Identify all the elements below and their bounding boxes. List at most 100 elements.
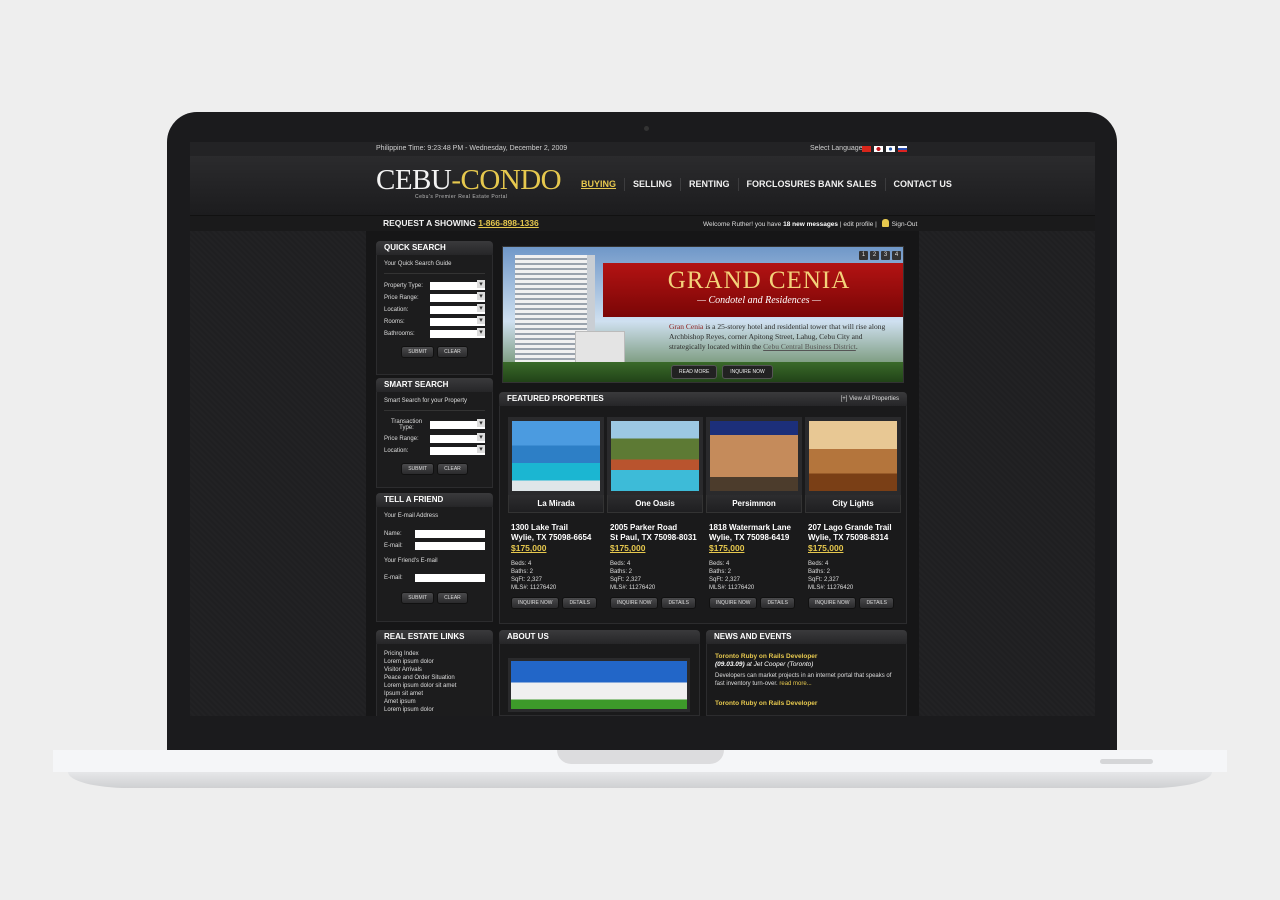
- property-price[interactable]: $175,000: [508, 543, 604, 554]
- property-price[interactable]: $175,000: [805, 543, 901, 554]
- location-select[interactable]: [430, 304, 485, 314]
- property-name[interactable]: One Oasis: [607, 495, 703, 513]
- edit-profile-link[interactable]: | edit profile |: [840, 221, 877, 228]
- property-image[interactable]: [706, 417, 802, 495]
- link-item[interactable]: Lorem ipsum dolor: [384, 658, 485, 666]
- about-title: ABOUT US: [499, 630, 700, 644]
- property-sqft: SqFt: 2,327: [808, 577, 840, 583]
- friend-email-label: E-mail:: [384, 575, 403, 581]
- inquire-now-button[interactable]: INQUIRE NOW: [511, 597, 560, 609]
- pager-3[interactable]: 3: [881, 251, 890, 260]
- request-showing: REQUEST A SHOWING 1-866-898-1336: [383, 218, 539, 228]
- request-label: REQUEST A SHOWING: [383, 218, 476, 228]
- nav-contact[interactable]: CONTACT US: [884, 178, 960, 191]
- property-image[interactable]: [805, 417, 901, 495]
- nav-renting[interactable]: RENTING: [680, 178, 738, 191]
- nav-foreclosures[interactable]: FORCLOSURES BANK SALES: [737, 178, 885, 191]
- korea-flag-icon[interactable]: [886, 146, 895, 152]
- banner-inquire-button[interactable]: INQUIRE NOW: [722, 365, 773, 379]
- site-logo[interactable]: CEBU-CONDO: [376, 164, 562, 197]
- nav-selling[interactable]: SELLING: [624, 178, 680, 191]
- property-name[interactable]: Persimmon: [706, 495, 802, 513]
- link-item[interactable]: Lorem ipsum dolor sit amet: [384, 682, 485, 690]
- inquire-now-button[interactable]: INQUIRE NOW: [808, 597, 857, 609]
- price-range-select[interactable]: [430, 292, 485, 302]
- link-item[interactable]: Visitor Arrivals: [384, 666, 485, 674]
- phone-link[interactable]: 1-866-898-1336: [478, 218, 539, 228]
- property-city: Wylie, TX 75098-6419: [709, 533, 790, 542]
- banner-title: GRAND CENIA: [667, 267, 851, 294]
- about-image[interactable]: [508, 658, 690, 712]
- inquire-now-button[interactable]: INQUIRE NOW: [709, 597, 758, 609]
- property-mls: MLS#: 11276420: [808, 585, 854, 591]
- property-name[interactable]: City Lights: [805, 495, 901, 513]
- quick-clear-button[interactable]: CLEAR: [437, 346, 468, 358]
- property-baths: Baths: 2: [610, 569, 633, 575]
- friend-submit-button[interactable]: SUBMIT: [401, 592, 435, 604]
- smart-search-panel: SMART SEARCH Smart Search for your Prope…: [376, 378, 493, 488]
- russia-flag-icon[interactable]: [898, 146, 907, 152]
- cbd-link[interactable]: Cebu Central Business District: [763, 342, 856, 351]
- tell-friend-panel: TELL A FRIEND Your E-mail Address Name: …: [376, 493, 493, 622]
- news-item-title[interactable]: Toronto Ruby on Rails Developer: [715, 700, 898, 707]
- property-price[interactable]: $175,000: [706, 543, 802, 554]
- property-image[interactable]: [508, 417, 604, 495]
- link-item[interactable]: Ipsum sit amet: [384, 690, 485, 698]
- pager-1[interactable]: 1: [859, 251, 868, 260]
- quick-submit-button[interactable]: SUBMIT: [401, 346, 435, 358]
- details-button[interactable]: DETAILS: [859, 597, 894, 609]
- news-item-date: (09.03.09) at Jet Cooper (Toronto): [715, 661, 898, 668]
- friend-clear-button[interactable]: CLEAR: [437, 592, 468, 604]
- property-name[interactable]: La Mirada: [508, 495, 604, 513]
- friend-email-heading: Your Friend's E-mail: [384, 558, 438, 564]
- view-all-link[interactable]: [+] View All Properties: [841, 392, 899, 406]
- name-input[interactable]: [415, 530, 485, 538]
- details-button[interactable]: DETAILS: [562, 597, 597, 609]
- email-input[interactable]: [415, 542, 485, 550]
- property-baths: Baths: 2: [709, 569, 732, 575]
- hero-banner[interactable]: GRAND CENIA — Condotel and Residences — …: [502, 246, 904, 383]
- nav-buying[interactable]: BUYING: [576, 178, 624, 191]
- laptop-base-bottom: [68, 772, 1212, 788]
- inquire-now-button[interactable]: INQUIRE NOW: [610, 597, 659, 609]
- quick-search-panel: QUICK SEARCH Your Quick Search Guide Pro…: [376, 241, 493, 375]
- news-read-more-link[interactable]: read more...: [779, 681, 811, 687]
- property-street: 1300 Lake Trail: [511, 523, 568, 532]
- link-item[interactable]: Lorem ipsum dolor: [384, 706, 485, 714]
- pager-2[interactable]: 2: [870, 251, 879, 260]
- news-title: NEWS AND EVENTS: [706, 630, 907, 644]
- news-item-text: Developers can market projects in an int…: [715, 672, 898, 688]
- link-item[interactable]: Peace and Order Situation: [384, 674, 485, 682]
- property-price[interactable]: $175,000: [607, 543, 703, 554]
- details-button[interactable]: DETAILS: [760, 597, 795, 609]
- link-item[interactable]: Amet ipsum: [384, 698, 485, 706]
- transaction-type-select[interactable]: [430, 419, 485, 429]
- read-more-button[interactable]: READ MORE: [671, 365, 718, 379]
- pager-4[interactable]: 4: [892, 251, 901, 260]
- japan-flag-icon[interactable]: [874, 146, 883, 152]
- smart-price-select[interactable]: [430, 433, 485, 443]
- china-flag-icon[interactable]: [862, 146, 871, 152]
- property-card: One Oasis 2005 Parker Road St Paul, TX 75…: [607, 417, 703, 609]
- screen: Philippine Time: 9:23:48 PM - Wednesday,…: [190, 142, 1095, 716]
- camera-dot: [644, 126, 649, 131]
- news-body: Toronto Ruby on Rails Developer (09.03.0…: [706, 644, 907, 716]
- smart-clear-button[interactable]: CLEAR: [437, 463, 468, 475]
- link-item[interactable]: Pricing Index: [384, 650, 485, 658]
- smart-location-label: Location:: [384, 448, 409, 454]
- news-item-title[interactable]: Toronto Ruby on Rails Developer: [715, 653, 898, 660]
- smart-submit-button[interactable]: SUBMIT: [401, 463, 435, 475]
- quick-search-body: Your Quick Search Guide Property Type: P…: [376, 255, 493, 375]
- sign-out-link[interactable]: Sign-Out: [892, 221, 918, 228]
- messages-link[interactable]: 18 new messages: [783, 221, 838, 228]
- friend-email-input[interactable]: [415, 574, 485, 582]
- property-image[interactable]: [607, 417, 703, 495]
- logo-condo: CONDO: [460, 164, 562, 196]
- property-type-select[interactable]: [430, 280, 485, 290]
- bathrooms-select[interactable]: [430, 328, 485, 338]
- smart-location-select[interactable]: [430, 445, 485, 455]
- property-specs: Beds: 4 Baths: 2 SqFt: 2,327 MLS#: 11276420: [508, 560, 604, 592]
- main-nav: BUYING SELLING RENTING FORCLOSURES BANK …: [576, 178, 960, 191]
- rooms-select[interactable]: [430, 316, 485, 326]
- details-button[interactable]: DETAILS: [661, 597, 696, 609]
